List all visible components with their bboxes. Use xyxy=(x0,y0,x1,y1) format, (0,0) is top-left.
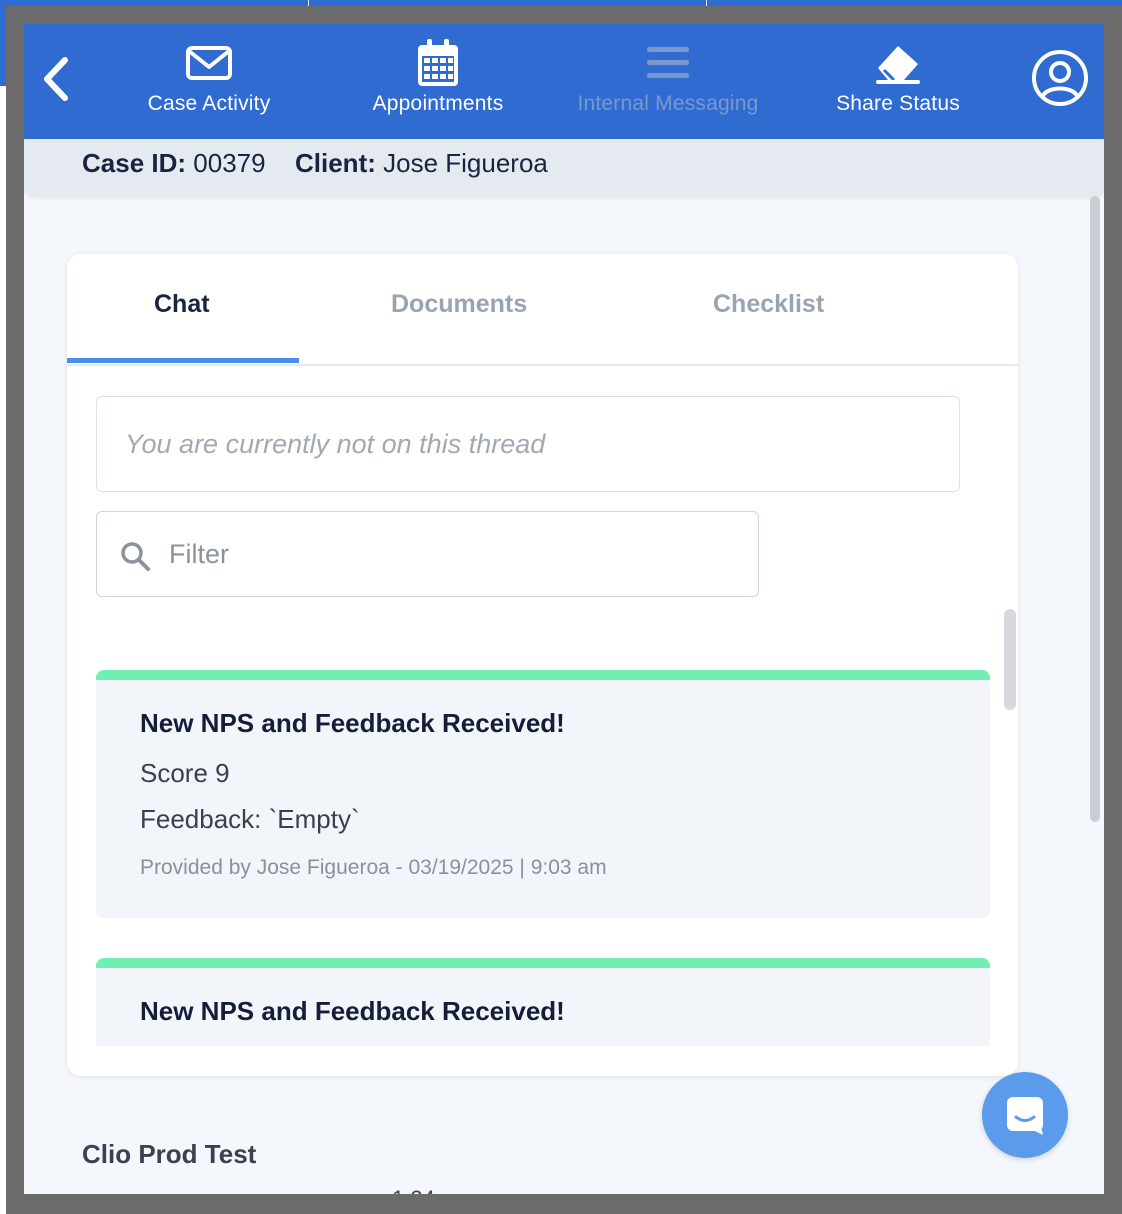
tab-documents[interactable]: Documents xyxy=(391,290,527,319)
tab-bar: Chat Documents Checklist xyxy=(67,254,1018,366)
nav-share-status[interactable]: Share Status xyxy=(793,38,1003,128)
timestamp-partial: 1:24 pm xyxy=(392,1186,472,1194)
message-card: New NPS and Feedback Received! xyxy=(96,958,990,1046)
menu-lines-icon xyxy=(647,47,689,78)
message-accent-bar xyxy=(96,958,990,968)
back-button[interactable] xyxy=(36,54,76,104)
chevron-left-icon xyxy=(44,57,68,101)
user-circle-icon xyxy=(1032,50,1088,106)
calendar-icon xyxy=(418,39,458,86)
client-name: Jose Figueroa xyxy=(383,148,548,178)
nav-label: Share Status xyxy=(836,92,960,115)
eraser-icon xyxy=(876,46,920,84)
message-card: New NPS and Feedback Received! Score 9 F… xyxy=(96,670,990,918)
search-icon xyxy=(121,542,150,571)
nav-appointments[interactable]: Appointments xyxy=(333,38,543,128)
thread-notice: You are currently not on this thread xyxy=(96,396,960,492)
message-title: New NPS and Feedback Received! xyxy=(140,996,565,1026)
filter-input[interactable] xyxy=(169,532,729,576)
message-score: Score 9 xyxy=(140,758,230,788)
messages-scrollbar[interactable] xyxy=(1004,609,1016,710)
top-navigation: Case Activity Appointments Internal Mess… xyxy=(24,24,1104,139)
nav-label: Appointments xyxy=(372,92,504,115)
case-modal: Case Activity Appointments Internal Mess… xyxy=(24,24,1104,1194)
active-tab-indicator xyxy=(67,358,299,363)
modal-scrollbar[interactable] xyxy=(1090,196,1100,822)
message-accent-bar xyxy=(96,670,990,680)
envelope-icon xyxy=(186,46,232,80)
case-id-label: Case ID: xyxy=(82,148,187,178)
nav-internal-messaging[interactable]: Internal Messaging xyxy=(563,38,773,128)
nav-label: Case Activity xyxy=(147,92,271,115)
tab-chat[interactable]: Chat xyxy=(154,290,210,319)
help-chat-button[interactable] xyxy=(982,1072,1068,1158)
message-title: New NPS and Feedback Received! xyxy=(140,708,565,738)
case-info-bar: Case ID: 00379 Client: Jose Figueroa xyxy=(24,139,1104,196)
section-title: Clio Prod Test xyxy=(82,1139,257,1169)
case-id-value: 00379 xyxy=(193,148,266,178)
client-label: Client: xyxy=(295,148,376,178)
thread-notice-text: You are currently not on this thread xyxy=(125,429,546,459)
chat-bubble-icon xyxy=(1007,1097,1043,1135)
case-id: Case ID: 00379 xyxy=(82,148,266,179)
filter-field[interactable] xyxy=(96,511,759,597)
nav-label: Internal Messaging xyxy=(577,92,759,115)
chat-card: Chat Documents Checklist You are current… xyxy=(67,254,1018,1076)
message-meta: Provided by Jose Figueroa - 03/19/2025 |… xyxy=(140,856,607,879)
nav-case-activity[interactable]: Case Activity xyxy=(104,38,314,128)
client-info: Client: Jose Figueroa xyxy=(295,148,548,179)
message-feedback: Feedback: `Empty` xyxy=(140,804,360,834)
tab-checklist[interactable]: Checklist xyxy=(713,290,824,319)
profile-button[interactable] xyxy=(1030,48,1090,108)
